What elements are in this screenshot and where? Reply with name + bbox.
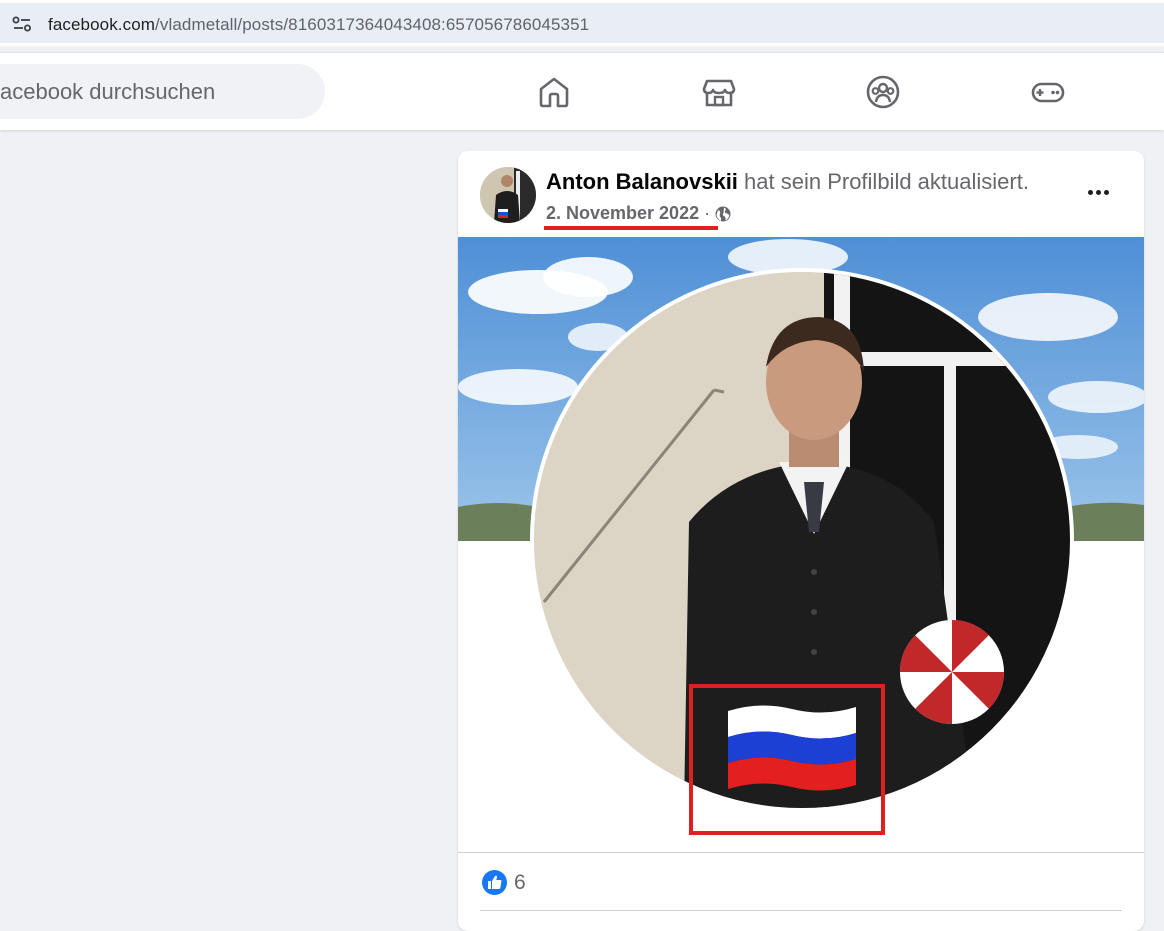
- date-highlight-underline: [544, 226, 718, 230]
- facebook-header: [0, 52, 1164, 130]
- gaming-icon[interactable]: [1030, 74, 1066, 110]
- post-action-text: hat sein Profilbild aktualisiert.: [737, 169, 1029, 194]
- search-input[interactable]: [0, 64, 300, 119]
- home-icon[interactable]: [536, 74, 572, 110]
- author-avatar[interactable]: [480, 167, 536, 223]
- url-path: /vladmetall/posts/8160317364043408:65705…: [155, 15, 590, 34]
- author-name[interactable]: Anton Balanovskii: [546, 169, 738, 194]
- globe-icon[interactable]: [715, 206, 731, 222]
- actions-divider: [480, 910, 1122, 911]
- url-text[interactable]: facebook.com/vladmetall/posts/8160317364…: [48, 15, 589, 35]
- site-info-icon[interactable]: [12, 15, 32, 33]
- post-card: Anton Balanovskii hat sein Profilbild ak…: [458, 151, 1144, 931]
- more-options-button[interactable]: [1078, 177, 1118, 207]
- marketplace-icon[interactable]: [701, 74, 737, 110]
- search-box[interactable]: [0, 64, 325, 119]
- post-header: Anton Balanovskii hat sein Profilbild ak…: [546, 169, 1029, 195]
- like-icon[interactable]: [482, 870, 507, 895]
- groups-icon[interactable]: [865, 74, 901, 110]
- avatar-image: [480, 167, 536, 223]
- like-count[interactable]: 6: [514, 871, 526, 895]
- url-host: facebook.com: [48, 15, 156, 34]
- post-meta: 2. November 2022 ·: [546, 203, 731, 224]
- dot-icon: [1103, 189, 1109, 195]
- dot-icon: [1095, 189, 1101, 195]
- meta-separator: ·: [704, 203, 711, 223]
- browser-address-bar: facebook.com/vladmetall/posts/8160317364…: [0, 0, 1164, 46]
- reactions-bar[interactable]: 6: [482, 870, 526, 895]
- reactions-divider: [458, 852, 1144, 853]
- url-field[interactable]: facebook.com/vladmetall/posts/8160317364…: [0, 3, 1164, 43]
- dot-icon: [1087, 189, 1093, 195]
- post-date[interactable]: 2. November 2022: [546, 203, 699, 224]
- flag-highlight-box: [689, 684, 885, 835]
